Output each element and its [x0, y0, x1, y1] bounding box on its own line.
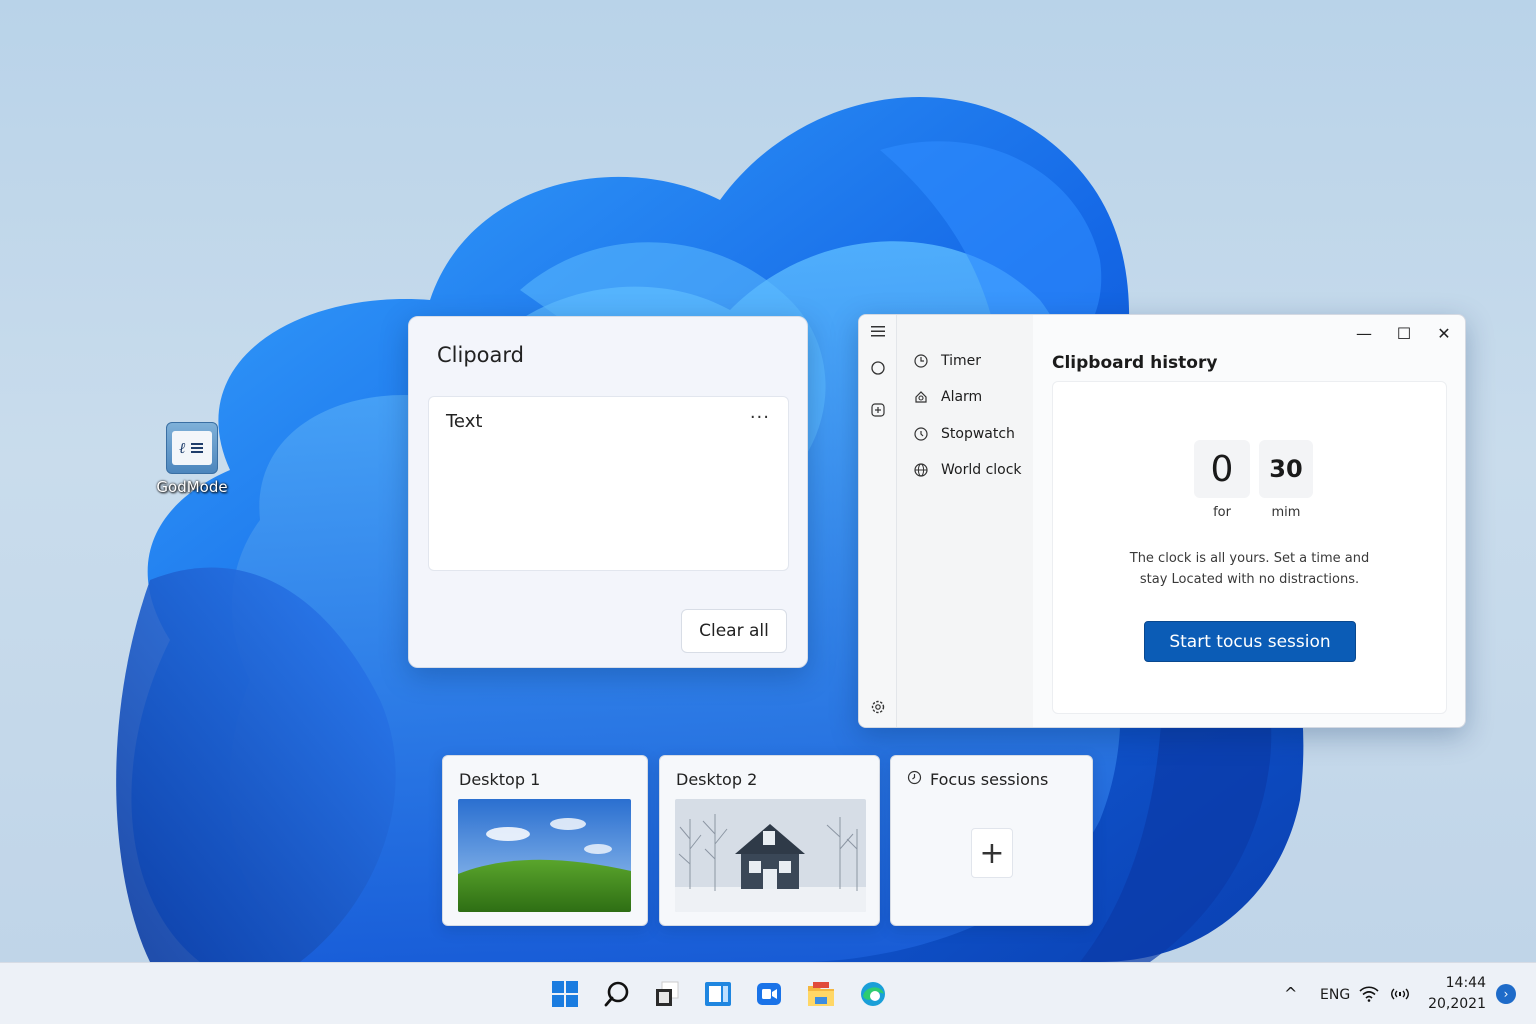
nav-label-timer: Timer	[941, 353, 982, 369]
clock-nav: Timer Alarm Stopwatch World clock	[897, 315, 1033, 727]
add-timer-icon[interactable]	[868, 400, 888, 420]
svg-text:ℓ: ℓ	[179, 439, 185, 457]
clipboard-title: Clipoard	[437, 343, 524, 367]
widgets-icon[interactable]	[701, 977, 735, 1011]
wifi-icon[interactable]	[1358, 983, 1380, 1005]
nav-rail	[859, 315, 897, 727]
desktop-1-card[interactable]: Desktop 1	[442, 755, 648, 926]
minutes-value[interactable]: 30	[1259, 440, 1313, 498]
nav-item-timer[interactable]: Timer	[913, 353, 981, 369]
task-view-icon[interactable]	[650, 977, 684, 1011]
desktop-2-thumbnail	[675, 799, 866, 912]
minimize-button[interactable]: —	[1349, 321, 1379, 345]
focus-sessions-header: Focus sessions	[907, 770, 1048, 789]
focus-description: The clock is all yours. Set a time and s…	[1053, 548, 1446, 590]
hamburger-menu-icon[interactable]	[868, 321, 888, 341]
close-button[interactable]: ✕	[1429, 321, 1459, 345]
clipboard-item[interactable]: Text ···	[428, 396, 789, 571]
start-icon[interactable]	[548, 977, 582, 1011]
focus-sessions-label: Focus sessions	[930, 770, 1049, 789]
minutes-unit-label: mim	[1271, 505, 1301, 520]
notification-icon[interactable]: ›	[1496, 984, 1516, 1004]
desktop-1-label: Desktop 1	[459, 770, 541, 789]
description-line-2: stay Located with no distractions.	[1139, 572, 1360, 587]
clear-all-button[interactable]: Clear all	[681, 609, 787, 653]
nav-label-stopwatch: Stopwatch	[941, 426, 1015, 442]
taskbar: ^ ENG 14:44 20,2021 ›	[0, 962, 1536, 1024]
control-panel-icon: ℓ	[166, 422, 218, 474]
nav-label-world-clock: World clock	[941, 462, 1022, 478]
page-title: Clipboard history	[1052, 353, 1218, 373]
focus-circle-icon[interactable]	[868, 358, 888, 378]
focus-session-pane: 0 30 for mim The clock is all yours. Set…	[1052, 381, 1447, 714]
desktop-1-thumbnail	[458, 799, 631, 912]
clock-app-window: Timer Alarm Stopwatch World clock — ☐ ✕ …	[858, 314, 1466, 728]
stopwatch-icon	[913, 426, 929, 442]
timer-icon	[913, 353, 929, 369]
hours-unit-label: for	[1213, 505, 1231, 520]
tray-date: 20,2021	[1428, 996, 1486, 1012]
nav-item-alarm[interactable]: Alarm	[913, 389, 982, 405]
language-indicator[interactable]: ENG	[1320, 987, 1350, 1003]
clipboard-panel: Clipoard Text ··· Clear all	[408, 316, 808, 668]
godmode-desktop-icon[interactable]: ℓ GodMode	[148, 422, 236, 496]
volume-icon[interactable]	[1388, 983, 1412, 1005]
start-focus-session-button[interactable]: Start tocus session	[1144, 621, 1356, 662]
focus-sessions-card[interactable]: Focus sessions +	[890, 755, 1093, 926]
hours-value[interactable]: 0	[1194, 440, 1250, 498]
file-explorer-icon[interactable]	[804, 977, 838, 1011]
clipboard-item-text: Text	[446, 411, 483, 432]
settings-gear-icon[interactable]	[868, 697, 888, 717]
add-icon[interactable]: +	[971, 828, 1013, 878]
edge-icon[interactable]	[856, 977, 890, 1011]
focus-clock-icon	[907, 770, 922, 789]
nav-item-world-clock[interactable]: World clock	[913, 462, 1022, 478]
teams-icon[interactable]	[752, 977, 786, 1011]
clock-tray[interactable]: 14:44 20,2021	[1428, 973, 1486, 1015]
nav-item-stopwatch[interactable]: Stopwatch	[913, 426, 1015, 442]
description-line-1: The clock is all yours. Set a time and	[1129, 551, 1370, 566]
search-icon[interactable]	[600, 977, 634, 1011]
desktop-2-card[interactable]: Desktop 2	[659, 755, 880, 926]
maximize-button[interactable]: ☐	[1389, 321, 1419, 345]
more-options-icon[interactable]: ···	[750, 407, 770, 428]
nav-label-alarm: Alarm	[941, 389, 983, 405]
tray-chevron-icon[interactable]: ^	[1284, 984, 1297, 1003]
globe-icon	[913, 462, 929, 478]
desktop-icon-label: GodMode	[156, 478, 228, 496]
desktop-2-label: Desktop 2	[676, 770, 758, 789]
tray-time: 14:44	[1445, 975, 1486, 991]
alarm-icon	[913, 389, 929, 405]
